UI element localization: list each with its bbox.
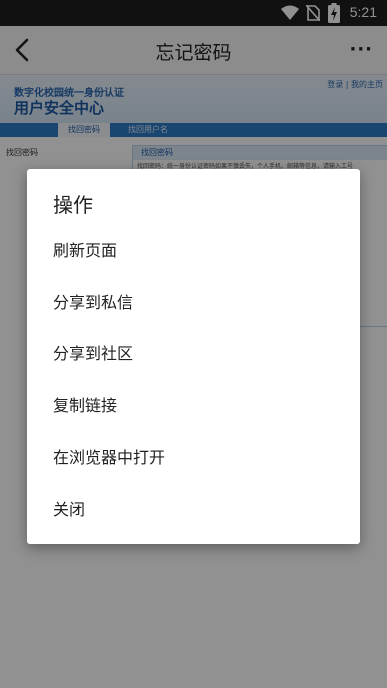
menu-item-refresh[interactable]: 刷新页面 (27, 226, 360, 276)
menu-item-close[interactable]: 关闭 (27, 485, 360, 535)
menu-item-share-community[interactable]: 分享到社区 (27, 329, 360, 379)
menu-item-open-in-browser[interactable]: 在浏览器中打开 (27, 433, 360, 483)
menu-item-copy-link[interactable]: 复制链接 (27, 381, 360, 431)
action-dialog: 操作 刷新页面 分享到私信 分享到社区 复制链接 在浏览器中打开 关闭 (27, 169, 360, 544)
dialog-title: 操作 (53, 193, 93, 217)
menu-item-share-private-message[interactable]: 分享到私信 (27, 278, 360, 328)
